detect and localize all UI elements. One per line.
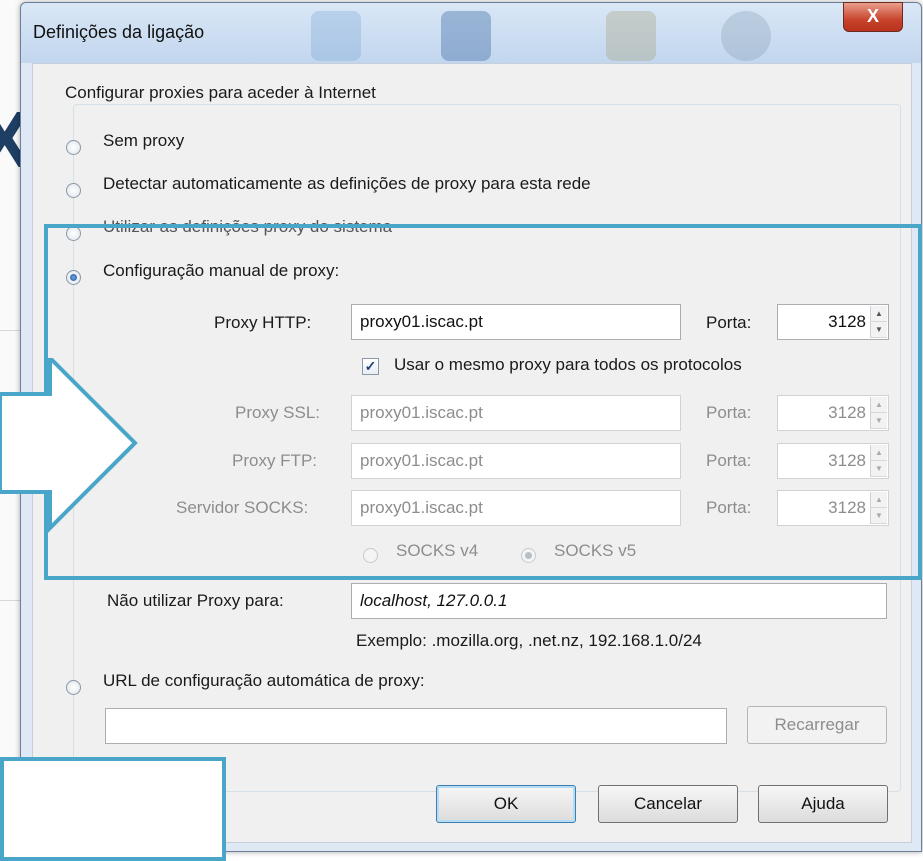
title-bar[interactable]: Definições da ligação X: [21, 2, 921, 63]
no-proxy-radio[interactable]: [66, 140, 81, 155]
no-proxy-label: Sem proxy: [103, 131, 185, 150]
auto-url-label: URL de configuração automática de proxy:: [103, 671, 425, 690]
auto-url-field[interactable]: [105, 708, 727, 744]
arrow-icon: [0, 358, 138, 533]
dialog-title: Definições da ligação: [33, 22, 205, 42]
close-button[interactable]: X: [843, 2, 903, 32]
no-proxy-example: Exemplo: .mozilla.org, .net.nz, 192.168.…: [356, 631, 702, 650]
titlebar-decoration: [441, 11, 491, 61]
cancel-button[interactable]: Cancelar: [598, 785, 738, 823]
reload-button[interactable]: Recarregar: [747, 706, 887, 744]
auto-detect-radio[interactable]: [66, 183, 81, 198]
help-button[interactable]: Ajuda: [758, 785, 888, 823]
titlebar-decoration: [721, 11, 771, 61]
no-proxy-for-field[interactable]: localhost, 127.0.0.1: [351, 583, 887, 619]
titlebar-decoration: [311, 11, 361, 61]
callout-box: [0, 757, 226, 861]
no-proxy-for-label: Não utilizar Proxy para:: [107, 591, 284, 610]
ok-button[interactable]: OK: [436, 785, 576, 823]
manual-config-highlight: [44, 224, 922, 580]
close-icon: X: [866, 6, 879, 26]
auto-detect-label: Detectar automaticamente as definições d…: [103, 174, 591, 193]
proxy-group-title: Configurar proxies para aceder à Interne…: [61, 83, 380, 103]
titlebar-decoration: [606, 11, 656, 61]
auto-url-radio[interactable]: [66, 680, 81, 695]
